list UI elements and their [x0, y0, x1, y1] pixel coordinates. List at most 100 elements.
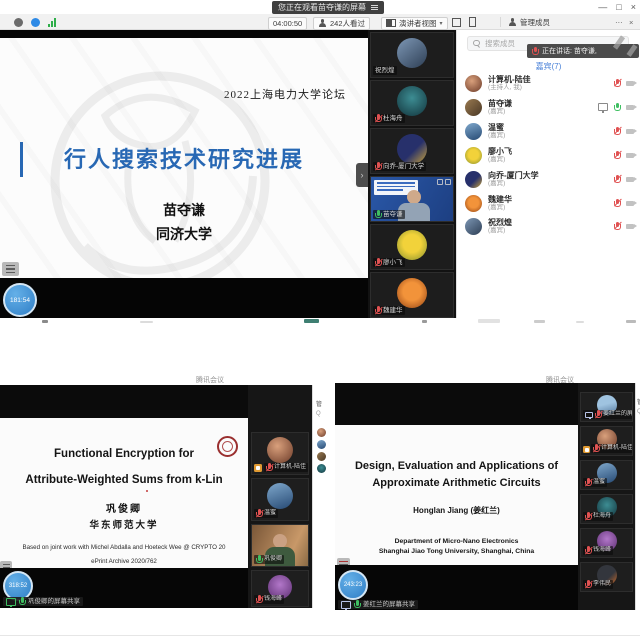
slide-note1: Based on joint work with Michel Abdalla … [0, 544, 248, 551]
panel-close-button[interactable]: × [629, 17, 633, 28]
mic-live-icon[interactable] [614, 103, 620, 112]
mic-muted-icon [375, 114, 381, 123]
member-row[interactable]: 向乔-厦门大学(嘉宾) [465, 168, 636, 190]
video-thumbnail[interactable]: 向乔-厦门大学 [370, 128, 454, 174]
slide-title-line1: Design, Evaluation and Applications of [335, 460, 578, 472]
camera-off-icon[interactable] [626, 81, 634, 86]
member-row[interactable]: 祝烈煌(嘉宾) [465, 215, 636, 237]
title-accent-bar [20, 142, 23, 177]
mic-live-icon [375, 210, 381, 219]
panel-title-clip: 管 [316, 399, 322, 408]
red-annotation-dot [146, 490, 148, 492]
close-button[interactable]: × [631, 2, 636, 12]
video-thumbnail[interactable]: 杜海舟 [580, 494, 633, 524]
window-controls: — □ × [598, 0, 636, 13]
mic-muted-icon[interactable] [614, 222, 620, 231]
mic-live-icon [256, 555, 262, 564]
avatar [317, 464, 326, 473]
minimize-button[interactable]: — [598, 2, 607, 12]
video-thumbnail[interactable]: 计算机-陆佳 [580, 426, 633, 456]
mic-muted-icon[interactable] [614, 175, 620, 184]
video-thumbnail-speaker[interactable]: 苗夺谦 [370, 176, 454, 222]
video-thumbnail-strip: 计算机-陆佳 温蜜 巩俊卿 钱海峰 [248, 385, 312, 608]
maximize-button[interactable]: □ [616, 2, 621, 12]
slide-organization: Shanghai Jiao Tong University, Shanghai,… [335, 548, 578, 555]
camera-off-icon[interactable] [626, 177, 634, 182]
avatar [465, 123, 482, 140]
screen-share-icon [341, 601, 351, 609]
agenda-list-button[interactable] [2, 262, 19, 276]
member-row[interactable]: 计算机-陆佳(主持人, 我) [465, 72, 636, 94]
camera-off-icon[interactable] [626, 105, 634, 110]
view-mode-selector[interactable]: 演讲者视图 ▾ [381, 17, 448, 30]
screen-share-label: 巩俊卿的屏幕共享 [28, 597, 80, 606]
participant-name: 杜海舟 [593, 512, 611, 521]
slide-speaker: Honglan Jiang (姜红兰) [335, 505, 578, 516]
member-role: (嘉宾) [488, 132, 608, 139]
member-name: 苗夺谦 [488, 99, 592, 108]
camera-off-icon[interactable] [626, 153, 634, 158]
mic-muted-icon [266, 463, 272, 472]
members-panel: 搜索成员 嘉宾(7) 计算机-陆佳(主持人, 我) 苗夺谦(嘉宾) 温蜜(嘉宾)… [456, 30, 640, 318]
layout-button[interactable] [469, 17, 476, 28]
member-role: (嘉宾) [488, 156, 608, 163]
video-thumbnail[interactable]: 李伟民 [580, 562, 633, 592]
viewer-count[interactable]: 242人看过 [313, 17, 370, 30]
video-thumbnail[interactable]: 魏建华 [370, 272, 454, 318]
panel-more-button[interactable]: ⋯ [615, 17, 623, 28]
member-row[interactable]: 魏建华(嘉宾) [465, 192, 636, 214]
mic-muted-icon[interactable] [614, 127, 620, 136]
video-thumbnail[interactable]: 廖小飞 [370, 224, 454, 270]
video-thumbnail[interactable]: 钱海峰 [580, 528, 633, 558]
screen-share-icon [6, 598, 16, 606]
video-thumbnail[interactable]: 姜红兰的屏幕共享 [580, 392, 633, 422]
audio-status-icon[interactable] [31, 18, 40, 27]
camera-off-icon[interactable] [626, 224, 634, 229]
participant-name: 向乔-厦门大学 [383, 162, 424, 171]
mic-muted-icon [595, 410, 601, 419]
member-row[interactable]: 温蜜(嘉宾) [465, 120, 636, 142]
slide-title-line2: Approximate Arithmetic Circuits [335, 477, 578, 489]
guest-group-label[interactable]: 嘉宾(7) [457, 61, 640, 72]
video-thumbnail-speaker[interactable]: 巩俊卿 [251, 524, 309, 567]
panel-expand-handle[interactable]: › [356, 163, 368, 187]
camera-off-icon[interactable] [626, 201, 634, 206]
slide-title-line2: Attribute-Weighted Sums from k-Lin [0, 474, 248, 486]
viewers-icon [318, 19, 327, 27]
video-thumbnail[interactable]: 祝烈煌 [370, 32, 454, 78]
mic-muted-icon[interactable] [614, 79, 620, 88]
list-icon [6, 263, 15, 275]
pin-icon[interactable] [437, 179, 443, 185]
avatar [397, 86, 427, 116]
video-thumbnail[interactable]: 计算机-陆佳 [251, 432, 309, 475]
meeting-window: Functional Encryption for Attribute-Weig… [0, 385, 312, 608]
screen-share-icon [585, 412, 593, 418]
member-row[interactable]: 廖小飞(嘉宾) [465, 144, 636, 166]
floating-timer-badge[interactable]: 243:23 [338, 570, 368, 600]
member-name: 温蜜 [488, 123, 608, 132]
participant-name: 钱海峰 [593, 546, 611, 555]
member-row[interactable]: 苗夺谦(嘉宾) [465, 96, 636, 118]
letterbox-top [0, 385, 248, 418]
search-placeholder: 搜索成员 [485, 38, 515, 49]
video-thumbnail[interactable]: 温蜜 [580, 460, 633, 490]
bottom-right-meeting-window: Design, Evaluation and Applications of A… [332, 374, 640, 640]
floating-timer-badge[interactable]: 181:54 [3, 283, 37, 317]
video-thumbnail[interactable]: 杜海舟 [370, 80, 454, 126]
info-icon[interactable] [14, 18, 23, 27]
avatar [465, 99, 482, 116]
participant-name: 魏建华 [383, 306, 403, 315]
caret-down-icon: ▾ [440, 20, 443, 27]
video-thumbnail[interactable]: 钱海峰 [251, 570, 309, 607]
fullscreen-button[interactable] [452, 17, 461, 28]
avatar [397, 230, 427, 260]
camera-off-icon[interactable] [626, 129, 634, 134]
mic-muted-icon[interactable] [614, 199, 620, 208]
mic-muted-icon[interactable] [614, 151, 620, 160]
video-thumbnail[interactable]: 温蜜 [251, 478, 309, 521]
participant-name: 温蜜 [264, 509, 276, 518]
expand-icon[interactable] [445, 179, 451, 185]
participant-name: 祝烈煌 [375, 66, 395, 75]
speaking-mic-icon [532, 47, 538, 56]
banner-menu-icon[interactable] [371, 3, 378, 12]
